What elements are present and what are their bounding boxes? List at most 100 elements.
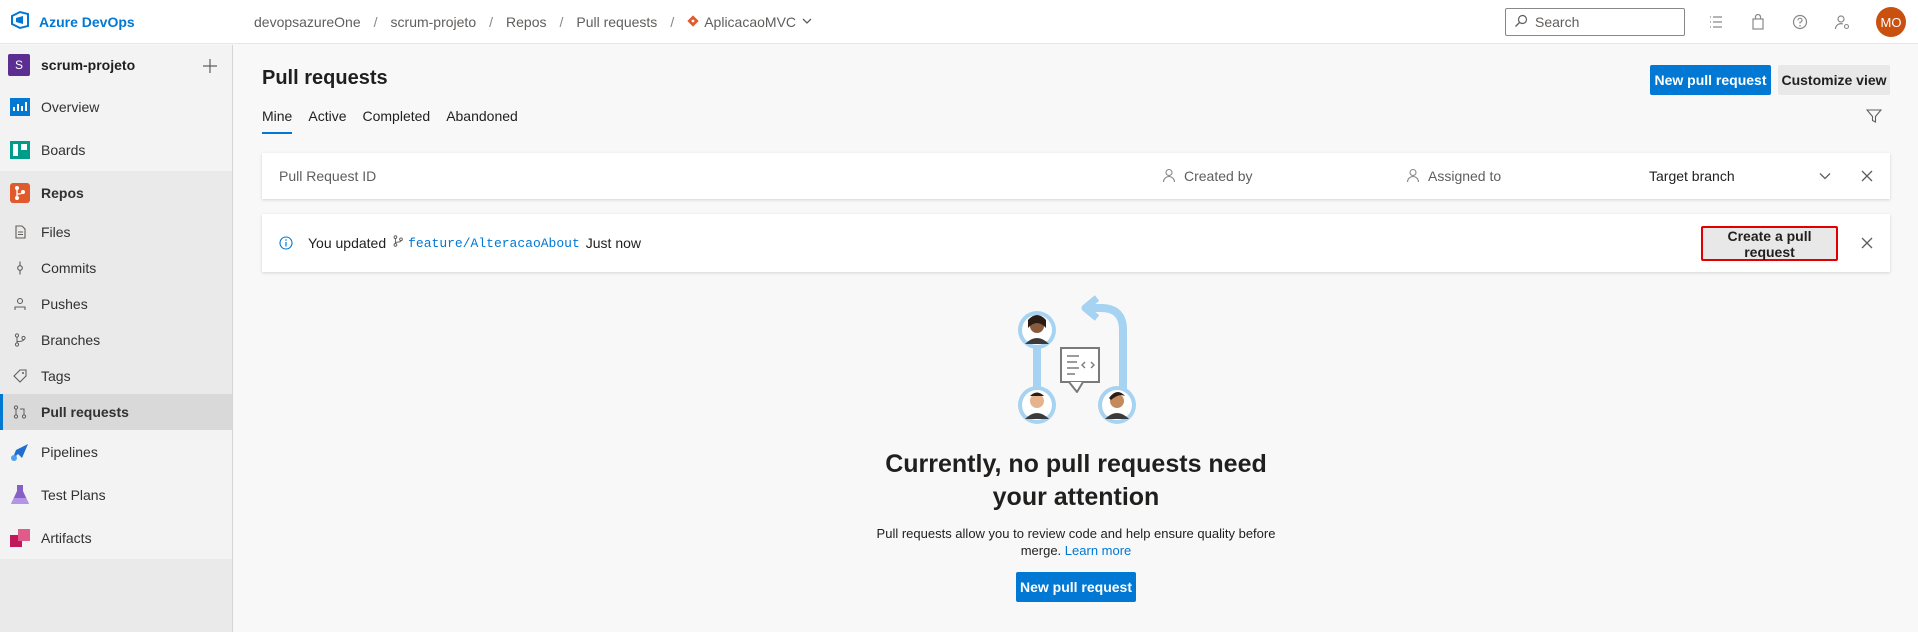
file-icon (12, 224, 28, 240)
tab-mine[interactable]: Mine (262, 108, 293, 134)
breadcrumb-separator: / (559, 13, 564, 30)
top-icons (1706, 12, 1852, 32)
info-icon (279, 236, 293, 253)
project-name: scrum-projeto (41, 57, 136, 73)
sidebar-item-label: Tags (41, 368, 71, 384)
chevron-down-icon[interactable] (1818, 169, 1832, 186)
branch-link[interactable]: feature/AlteracaoAbout (392, 235, 580, 251)
banner-suffix: Just now (585, 235, 642, 251)
search-icon (1514, 14, 1528, 31)
create-pull-request-button[interactable]: Create a pull request (1701, 226, 1838, 261)
top-bar: Azure DevOps devopsazureOne / scrum-proj… (0, 0, 1918, 44)
branch-name: feature/AlteracaoAbout (408, 235, 580, 251)
sidebar-item-label: Pushes (41, 296, 88, 312)
sidebar-item-label: Branches (41, 332, 101, 348)
project-badge: S (8, 54, 30, 76)
tab-abandoned[interactable]: Abandoned (446, 108, 518, 134)
pull-request-icon (12, 404, 28, 420)
nav-top-group: Overview Boards (0, 85, 232, 171)
sidebar-item-artifacts[interactable]: Artifacts (0, 516, 232, 559)
overview-icon (8, 95, 32, 119)
search-input[interactable]: Search (1505, 8, 1685, 36)
filter-icon[interactable] (1865, 108, 1883, 127)
close-icon[interactable] (1860, 169, 1874, 186)
branch-icon (392, 235, 404, 251)
banner-message: You updated feature/AlteracaoAbout Just … (308, 235, 641, 251)
target-branch-filter[interactable]: Target branch (1649, 168, 1735, 184)
artifacts-icon (8, 526, 32, 550)
repos-icon (8, 181, 32, 205)
pipelines-icon (8, 440, 32, 464)
sidebar-item-label: Commits (41, 260, 97, 276)
sidebar-item-pull-requests[interactable]: Pull requests (0, 394, 232, 430)
sidebar-item-label: Files (41, 224, 71, 240)
created-by-label: Created by (1184, 168, 1253, 184)
pull-request-id-input[interactable]: Pull Request ID (279, 168, 376, 184)
sidebar-item-pushes[interactable]: Pushes (0, 286, 232, 322)
breadcrumb-repos[interactable]: Repos (495, 14, 557, 30)
filter-bar: Pull Request ID Created by Assigned to T… (262, 153, 1890, 199)
sidebar-item-overview[interactable]: Overview (0, 85, 232, 128)
sidebar-item-tags[interactable]: Tags (0, 358, 232, 394)
branch-update-banner: You updated feature/AlteracaoAbout Just … (262, 214, 1890, 272)
learn-more-link[interactable]: Learn more (1065, 543, 1131, 558)
customize-view-button[interactable]: Customize view (1778, 65, 1890, 95)
list-icon[interactable] (1706, 12, 1726, 32)
push-icon (12, 296, 28, 312)
sidebar-item-pipelines[interactable]: Pipelines (0, 430, 232, 473)
azure-devops-logo-icon (10, 10, 30, 33)
tab-completed[interactable]: Completed (362, 108, 430, 134)
assigned-to-filter[interactable]: Assigned to (1406, 168, 1501, 185)
assigned-to-label: Assigned to (1428, 168, 1502, 184)
sidebar: S scrum-projeto Overview Boards Repos Fi… (0, 45, 233, 632)
sidebar-item-label: Pipelines (41, 443, 98, 460)
person-icon (1406, 168, 1420, 185)
project-header[interactable]: S scrum-projeto (0, 45, 232, 85)
created-by-filter[interactable]: Created by (1162, 168, 1252, 185)
nav-bottom-group: Pipelines Test Plans Artifacts (0, 430, 232, 559)
sidebar-item-repos[interactable]: Repos (0, 171, 232, 214)
shopping-bag-icon[interactable] (1748, 12, 1768, 32)
breadcrumb-pull-requests[interactable]: Pull requests (565, 14, 668, 30)
empty-state-title: Currently, no pull requests need your at… (885, 450, 1267, 511)
sidebar-item-label: Overview (41, 98, 100, 115)
new-pull-request-button[interactable]: New pull request (1650, 65, 1771, 95)
user-settings-icon[interactable] (1832, 12, 1852, 32)
repo-name: AplicacaoMVC (704, 13, 797, 30)
page-title: Pull requests (262, 67, 388, 89)
tag-icon (12, 368, 28, 384)
brand[interactable]: Azure DevOps (0, 10, 230, 33)
plus-icon[interactable] (202, 54, 218, 80)
close-icon[interactable] (1860, 236, 1874, 253)
sidebar-item-label: Boards (41, 141, 86, 158)
tab-active[interactable]: Active (308, 108, 346, 134)
breadcrumb-organization[interactable]: devopsazureOne (243, 14, 372, 30)
search-placeholder: Search (1535, 14, 1580, 30)
breadcrumb-separator: / (670, 13, 675, 30)
brand-name: Azure DevOps (39, 13, 135, 30)
help-icon[interactable] (1790, 12, 1810, 32)
sidebar-item-test-plans[interactable]: Test Plans (0, 473, 232, 516)
sidebar-item-branches[interactable]: Branches (0, 322, 232, 358)
breadcrumb: devopsazureOne / scrum-projeto / Repos /… (243, 14, 824, 30)
banner-prefix: You updated (308, 235, 387, 251)
breadcrumb-separator: / (373, 13, 378, 30)
breadcrumb-separator: / (489, 13, 494, 30)
sidebar-item-files[interactable]: Files (0, 214, 232, 250)
branch-icon (12, 332, 28, 348)
pull-request-tabs: Mine Active Completed Abandoned (262, 108, 518, 134)
sidebar-item-boards[interactable]: Boards (0, 128, 232, 171)
sidebar-item-label: Test Plans (41, 486, 106, 503)
test-plans-icon (8, 483, 32, 507)
repo-selector[interactable]: AplicacaoMVC (676, 14, 824, 30)
git-repo-icon (687, 14, 699, 30)
breadcrumb-project[interactable]: scrum-projeto (380, 14, 488, 30)
person-icon (1162, 168, 1176, 185)
boards-icon (8, 138, 32, 162)
sidebar-item-label: Repos (41, 184, 84, 201)
sidebar-item-label: Artifacts (41, 529, 92, 546)
avatar[interactable]: MO (1876, 7, 1906, 37)
new-pull-request-button[interactable]: New pull request (1016, 572, 1136, 602)
sidebar-item-commits[interactable]: Commits (0, 250, 232, 286)
empty-state-description: Pull requests allow you to review code a… (876, 525, 1276, 559)
